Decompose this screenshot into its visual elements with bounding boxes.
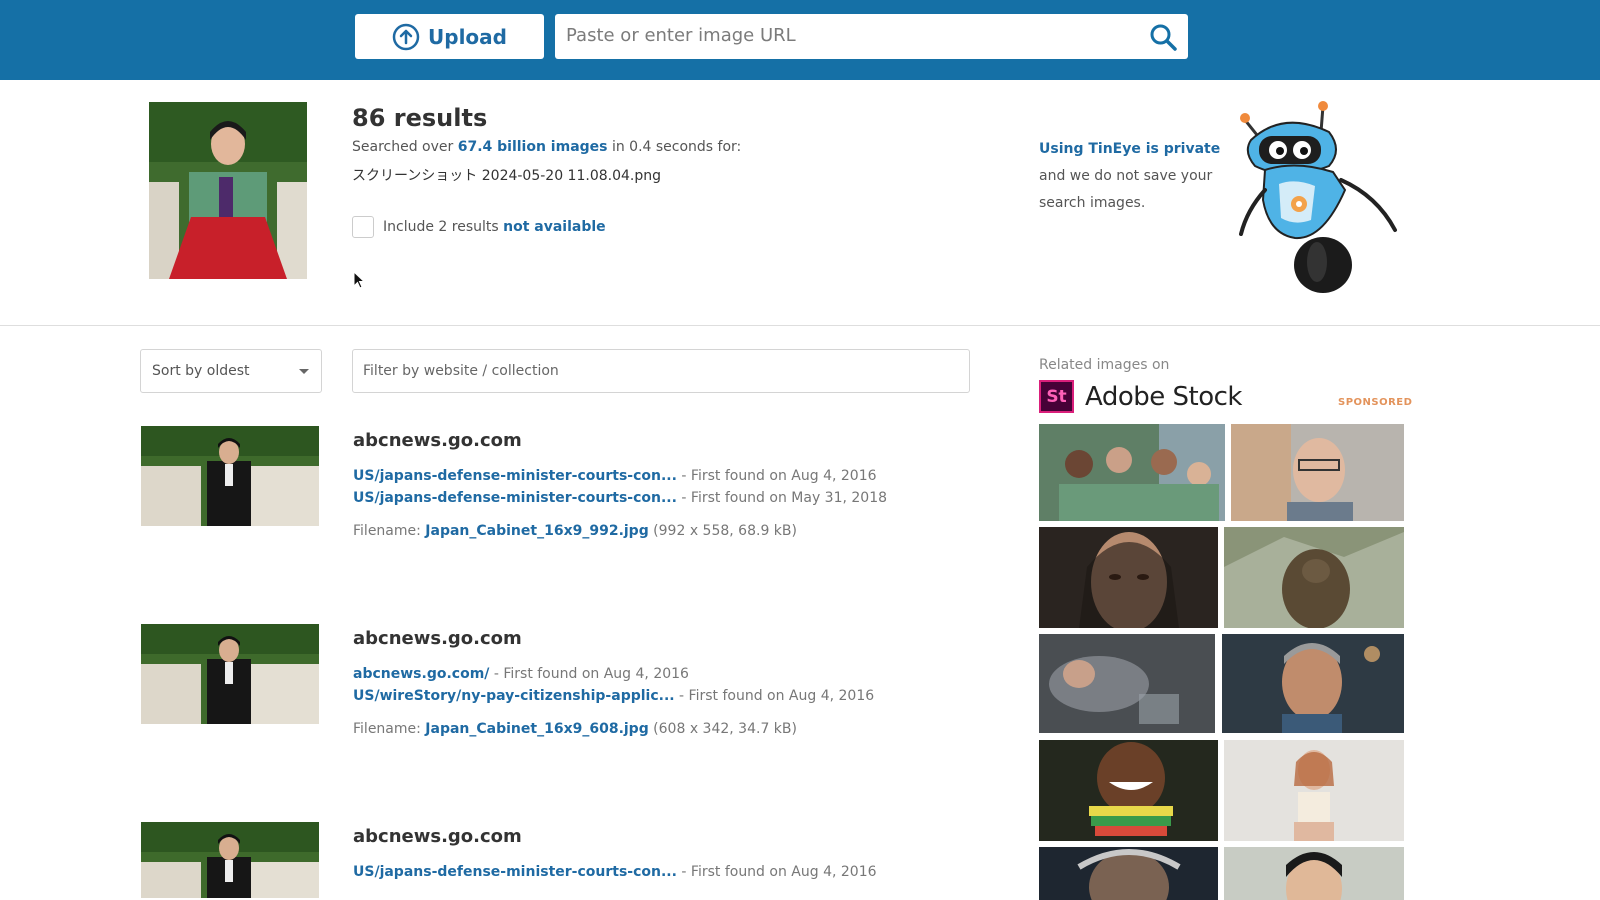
url-search-box bbox=[555, 14, 1188, 59]
result-domain: abcnews.go.com bbox=[353, 628, 522, 649]
stock-image[interactable] bbox=[1231, 424, 1404, 521]
stock-image[interactable] bbox=[1224, 527, 1404, 628]
match-first-found: - First found on Aug 4, 2016 bbox=[676, 468, 877, 484]
sort-dropdown[interactable]: Sort by oldest bbox=[140, 349, 322, 393]
caret-down-icon bbox=[299, 369, 309, 374]
result-item: abcnews.go.com US/japans-defense-ministe… bbox=[141, 426, 971, 576]
match-first-found: - First found on Aug 4, 2016 bbox=[676, 864, 877, 880]
top-bar: Upload bbox=[0, 0, 1600, 80]
result-thumbnail[interactable] bbox=[141, 624, 319, 724]
related-images-title: Related images on bbox=[1039, 357, 1170, 373]
search-stats-suffix: in 0.4 seconds for: bbox=[607, 139, 742, 155]
filename-label: Filename: bbox=[353, 721, 426, 737]
adobe-stock-logo-icon: St bbox=[1039, 380, 1074, 413]
tineye-robot-mascot bbox=[1239, 101, 1397, 293]
stock-image[interactable] bbox=[1222, 634, 1404, 733]
include-unavailable-checkbox[interactable] bbox=[352, 216, 374, 238]
indexed-images-link[interactable]: 67.4 billion images bbox=[458, 139, 608, 155]
result-domain: abcnews.go.com bbox=[353, 826, 522, 847]
search-stats: Searched over 67.4 billion images in 0.4… bbox=[352, 139, 741, 155]
query-image-thumbnail[interactable] bbox=[149, 102, 307, 279]
stock-image[interactable] bbox=[1039, 847, 1218, 900]
include-prefix: Include 2 results bbox=[383, 219, 504, 235]
match-first-found: - First found on Aug 4, 2016 bbox=[674, 688, 875, 704]
image-url-input[interactable] bbox=[555, 14, 1115, 57]
search-stats-prefix: Searched over bbox=[352, 139, 458, 155]
match-url-link[interactable]: US/wireStory/ny-pay-citizenship-applic..… bbox=[353, 688, 675, 704]
result-item: abcnews.go.com US/japans-defense-ministe… bbox=[141, 822, 971, 900]
filter-box bbox=[352, 349, 970, 393]
match-url-link[interactable]: abcnews.go.com/ bbox=[353, 666, 489, 682]
stock-image[interactable] bbox=[1039, 424, 1225, 521]
result-thumbnail[interactable] bbox=[141, 426, 319, 526]
match-line: US/wireStory/ny-pay-citizenship-applic..… bbox=[353, 688, 874, 704]
stock-image[interactable] bbox=[1039, 527, 1218, 628]
file-info: (992 x 558, 68.9 kB) bbox=[648, 523, 797, 539]
match-first-found: - First found on Aug 4, 2016 bbox=[489, 666, 689, 682]
match-url-link[interactable]: US/japans-defense-minister-courts-con... bbox=[353, 490, 677, 506]
not-available-link[interactable]: not available bbox=[503, 219, 606, 235]
privacy-notice: Using TinEye is private and we do not sa… bbox=[1039, 136, 1239, 217]
filter-website-input[interactable] bbox=[353, 350, 969, 392]
include-unavailable-row: Include 2 results not available bbox=[352, 216, 606, 238]
include-unavailable-label: Include 2 results not available bbox=[383, 219, 606, 235]
mouse-cursor-icon bbox=[353, 271, 365, 289]
match-url-link[interactable]: US/japans-defense-minister-courts-con... bbox=[353, 864, 677, 880]
filename-link[interactable]: Japan_Cabinet_16x9_608.jpg bbox=[425, 721, 648, 737]
upload-label: Upload bbox=[428, 24, 507, 49]
filename-label: Filename: bbox=[353, 523, 426, 539]
stock-image[interactable] bbox=[1039, 740, 1218, 841]
query-filename: スクリーンショット 2024-05-20 11.08.04.png bbox=[352, 168, 662, 184]
stock-image[interactable] bbox=[1039, 634, 1215, 733]
upload-button[interactable]: Upload bbox=[355, 14, 544, 59]
adobe-stock-brand[interactable]: St Adobe Stock bbox=[1039, 380, 1242, 413]
results-count: 86 results bbox=[352, 104, 488, 132]
result-thumbnail[interactable] bbox=[141, 822, 319, 898]
match-line: US/japans-defense-minister-courts-con...… bbox=[353, 490, 887, 506]
result-filename-line: Filename: Japan_Cabinet_16x9_608.jpg (60… bbox=[353, 721, 797, 737]
result-filename-line: Filename: Japan_Cabinet_16x9_992.jpg (99… bbox=[353, 523, 797, 539]
search-icon[interactable] bbox=[1148, 22, 1178, 52]
match-line: US/japans-defense-minister-courts-con...… bbox=[353, 468, 877, 484]
privacy-link[interactable]: Using TinEye is private bbox=[1039, 141, 1220, 157]
sponsored-label: SPONSORED bbox=[1338, 397, 1413, 408]
filename-link[interactable]: Japan_Cabinet_16x9_992.jpg bbox=[425, 523, 648, 539]
stock-image[interactable] bbox=[1224, 740, 1404, 841]
result-item: abcnews.go.com abcnews.go.com/ - First f… bbox=[141, 624, 971, 774]
match-line: US/japans-defense-minister-courts-con...… bbox=[353, 864, 877, 880]
privacy-text: and we do not save your search images. bbox=[1039, 168, 1213, 211]
sort-value: Sort by oldest bbox=[152, 363, 250, 379]
match-url-link[interactable]: US/japans-defense-minister-courts-con... bbox=[353, 468, 677, 484]
result-domain: abcnews.go.com bbox=[353, 430, 522, 451]
match-first-found: - First found on May 31, 2018 bbox=[676, 490, 888, 506]
stock-image[interactable] bbox=[1224, 847, 1404, 900]
match-line: abcnews.go.com/ - First found on Aug 4, … bbox=[353, 666, 689, 682]
file-info: (608 x 342, 34.7 kB) bbox=[648, 721, 797, 737]
upload-arrow-icon bbox=[392, 23, 420, 50]
adobe-stock-name: Adobe Stock bbox=[1085, 381, 1242, 412]
section-divider bbox=[0, 325, 1600, 326]
